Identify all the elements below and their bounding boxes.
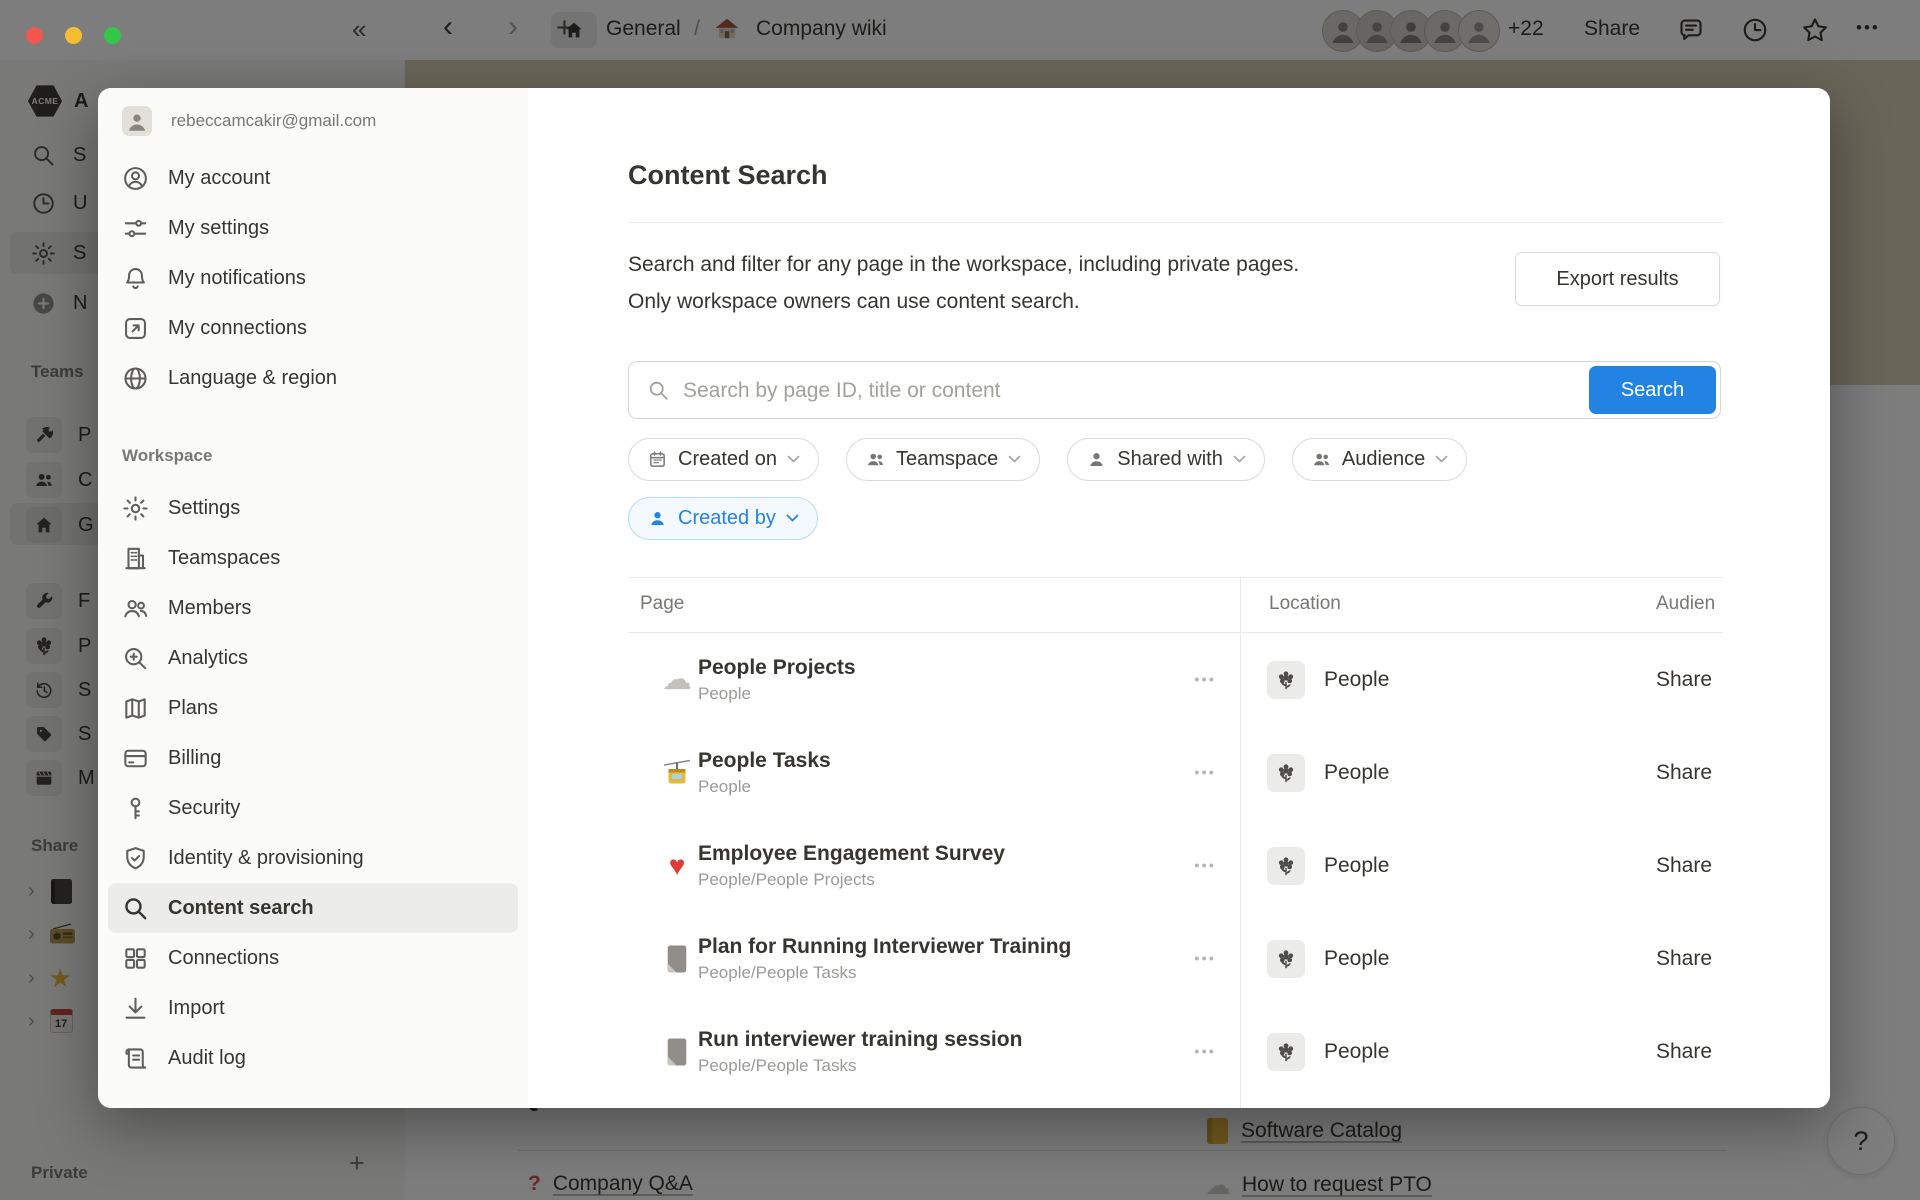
magnifier-icon — [120, 893, 151, 924]
account-header: rebeccamcakir@gmail.com — [122, 106, 376, 136]
table-row[interactable]: Run interviewer training sessionPeople/P… — [628, 1005, 1723, 1098]
people-icon — [1311, 449, 1332, 470]
filter-audience[interactable]: Audience — [1292, 438, 1467, 481]
settings-nav-import[interactable]: Import — [108, 983, 518, 1033]
people-icon — [865, 449, 886, 470]
teamspace-flower-icon — [1267, 940, 1305, 978]
table-row[interactable]: ♥ Employee Engagement SurveyPeople/Peopl… — [628, 819, 1723, 912]
heart-page-icon: ♥ — [658, 852, 696, 880]
teamspace-flower-icon — [1267, 661, 1305, 699]
chevron-down-icon — [1435, 455, 1448, 464]
filter-teamspace[interactable]: Teamspace — [846, 438, 1040, 481]
filter-created-on[interactable]: Created on — [628, 438, 819, 481]
minimize-window-button[interactable] — [65, 27, 82, 44]
chevron-down-icon — [1008, 455, 1021, 464]
content-search-input[interactable] — [681, 366, 1565, 416]
row-menu-icon[interactable]: ••• — [1194, 950, 1216, 967]
settings-nav-my-connections[interactable]: My connections — [108, 303, 518, 353]
workspace-section-label: Workspace — [122, 446, 212, 466]
person-icon — [1086, 449, 1107, 470]
arrow-up-right-icon — [120, 313, 151, 344]
building-icon — [120, 543, 151, 574]
shield-check-icon — [120, 843, 151, 874]
content-search-panel: Content Search Search and filter for any… — [628, 88, 1723, 1108]
page-icon — [658, 944, 696, 974]
cable-car-page-icon — [658, 758, 696, 788]
column-page[interactable]: Page — [640, 593, 684, 615]
settings-nav-my-settings[interactable]: My settings — [108, 203, 518, 253]
header-divider — [628, 222, 1723, 223]
table-row[interactable]: People TasksPeople ••• People Share — [628, 726, 1723, 819]
settings-nav-language-region[interactable]: Language & region — [108, 353, 518, 403]
grid-icon — [120, 943, 151, 974]
cloud-page-icon: ☁ — [658, 665, 696, 695]
sliders-icon — [120, 213, 151, 244]
bell-icon — [120, 263, 151, 294]
page-icon — [658, 1037, 696, 1067]
filter-chips-row: Created on Teamspace Shared with Audienc… — [628, 438, 1467, 481]
chevron-down-icon — [786, 514, 799, 523]
settings-nav-settings[interactable]: Settings — [108, 483, 518, 533]
settings-modal: rebeccamcakir@gmail.com My account My se… — [98, 88, 1830, 1108]
settings-nav-connections[interactable]: Connections — [108, 933, 518, 983]
search-button[interactable]: Search — [1589, 366, 1716, 414]
close-window-button[interactable] — [26, 27, 43, 44]
row-menu-icon[interactable]: ••• — [1194, 857, 1216, 874]
settings-nav-plans[interactable]: Plans — [108, 683, 518, 733]
person-circle-icon — [120, 163, 151, 194]
person-icon — [647, 508, 668, 529]
settings-nav-identity-provisioning[interactable]: Identity & provisioning — [108, 833, 518, 883]
zoom-window-button[interactable] — [104, 27, 121, 44]
column-location[interactable]: Location — [1269, 593, 1341, 615]
column-audience[interactable]: Audien — [1656, 593, 1715, 615]
settings-nav-security[interactable]: Security — [108, 783, 518, 833]
chevron-down-icon — [787, 455, 800, 464]
settings-nav-teamspaces[interactable]: Teamspaces — [108, 533, 518, 583]
arrow-down-icon — [120, 993, 151, 1024]
teamspace-flower-icon — [1267, 847, 1305, 885]
settings-nav-my-account[interactable]: My account — [108, 153, 518, 203]
gear-icon — [120, 493, 151, 524]
teamspace-flower-icon — [1267, 754, 1305, 792]
settings-nav-audit-log[interactable]: Audit log — [108, 1033, 518, 1083]
settings-sidebar: rebeccamcakir@gmail.com My account My se… — [98, 88, 528, 1108]
account-avatar — [122, 106, 152, 136]
settings-nav-members[interactable]: Members — [108, 583, 518, 633]
settings-nav-billing[interactable]: Billing — [108, 733, 518, 783]
settings-nav-analytics[interactable]: Analytics — [108, 633, 518, 683]
filter-created-by-active[interactable]: Created by — [628, 497, 818, 540]
account-email: rebeccamcakir@gmail.com — [171, 111, 376, 131]
filter-shared-with[interactable]: Shared with — [1067, 438, 1265, 481]
table-row[interactable]: Plan for Running Interviewer TrainingPeo… — [628, 912, 1723, 1005]
map-icon — [120, 693, 151, 724]
teamspace-flower-icon — [1267, 1033, 1305, 1071]
globe-icon — [120, 363, 151, 394]
notion-window: « ‹ › + General / Company wiki +22 Share — [0, 0, 1920, 1200]
row-menu-icon[interactable]: ••• — [1194, 1043, 1216, 1060]
settings-nav-my-notifications[interactable]: My notifications — [108, 253, 518, 303]
results-table-header: Page Location Audien — [628, 577, 1723, 633]
key-icon — [120, 793, 151, 824]
row-menu-icon[interactable]: ••• — [1194, 671, 1216, 688]
row-menu-icon[interactable]: ••• — [1194, 764, 1216, 781]
scroll-icon — [120, 1043, 151, 1074]
content-search-bar: Search — [628, 361, 1721, 419]
credit-card-icon — [120, 743, 151, 774]
export-results-button[interactable]: Export results — [1515, 252, 1720, 306]
calendar-icon — [647, 449, 668, 470]
people-icon — [120, 593, 151, 624]
page-title: Content Search — [628, 158, 828, 192]
table-row[interactable]: ☁ People ProjectsPeople ••• People Share — [628, 633, 1723, 726]
description: Search and filter for any page in the wo… — [628, 246, 1299, 320]
settings-nav-content-search[interactable]: Content search — [108, 883, 518, 933]
magnifier-plus-icon — [120, 643, 151, 674]
search-icon — [646, 378, 671, 403]
chevron-down-icon — [1233, 455, 1246, 464]
